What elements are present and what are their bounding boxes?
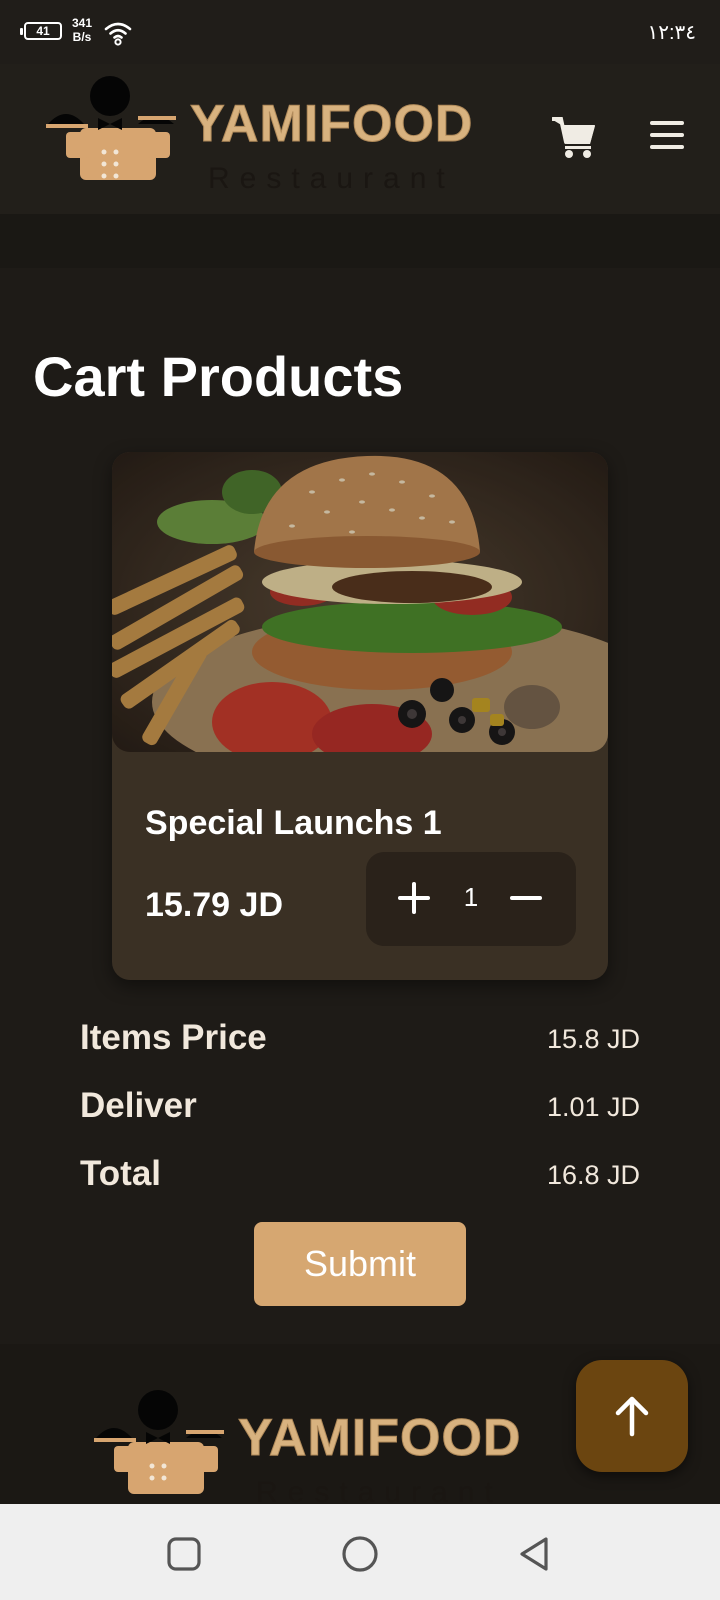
home-icon[interactable] xyxy=(340,1534,380,1574)
network-speed-unit: B/s xyxy=(72,30,92,44)
hamburger-menu-icon[interactable] xyxy=(650,120,684,150)
network-speed: 341 B/s xyxy=(72,16,92,44)
system-nav-bar xyxy=(0,1504,720,1600)
cart-icon[interactable] xyxy=(552,116,596,158)
network-speed-value: 341 xyxy=(72,16,93,30)
back-icon[interactable] xyxy=(516,1534,556,1574)
footer-logo-name: YAMIFOOD xyxy=(237,1409,522,1468)
page-title: Cart Products xyxy=(33,345,404,408)
total-label: Total xyxy=(80,1154,162,1193)
burger-photo xyxy=(112,452,608,752)
recent-apps-icon[interactable] xyxy=(164,1534,204,1574)
chef-mascot-icon xyxy=(46,76,176,180)
site-logo[interactable]: YAMIFOOD Restaurant xyxy=(46,76,473,196)
battery-icon: 41 xyxy=(20,22,62,40)
quantity-stepper: 1 xyxy=(366,852,576,946)
deliver-value: 1.01 JD xyxy=(546,1092,640,1122)
product-name: Special Launchs 1 xyxy=(145,804,442,842)
summary-items-price: Items Price 15.8 JD xyxy=(80,1018,640,1068)
logo-name: YAMIFOOD xyxy=(189,95,474,154)
site-header: YAMIFOOD Restaurant xyxy=(0,64,720,214)
product-image xyxy=(112,452,608,752)
items-price-label: Items Price xyxy=(80,1018,267,1057)
status-bar: 41 341 B/s ١٢:٣٤ xyxy=(0,0,720,64)
battery-level: 41 xyxy=(36,24,50,38)
items-price-value: 15.8 JD xyxy=(546,1024,640,1054)
summary-total: Total 16.8 JD xyxy=(80,1154,640,1204)
plus-icon[interactable] xyxy=(396,880,432,916)
deliver-label: Deliver xyxy=(80,1086,197,1125)
summary-deliver: Deliver 1.01 JD xyxy=(80,1086,640,1136)
status-clock: ١٢:٣٤ xyxy=(647,22,696,44)
logo-subtitle: Restaurant xyxy=(208,162,455,195)
wifi-icon xyxy=(104,22,132,46)
total-value: 16.8 JD xyxy=(546,1160,640,1190)
footer-logo[interactable]: YAMIFOOD Restaurant xyxy=(94,1390,521,1510)
submit-button[interactable]: Submit xyxy=(254,1222,466,1306)
header-divider xyxy=(0,214,720,268)
quantity-value: 1 xyxy=(463,882,479,912)
cart-item-card: Special Launchs 1 15.79 JD 1 xyxy=(112,452,608,980)
minus-icon[interactable] xyxy=(508,880,544,916)
chef-mascot-icon xyxy=(94,1390,224,1494)
arrow-up-icon xyxy=(615,1396,649,1437)
product-price: 15.79 JD xyxy=(145,886,283,924)
scroll-to-top-button[interactable] xyxy=(576,1360,688,1472)
